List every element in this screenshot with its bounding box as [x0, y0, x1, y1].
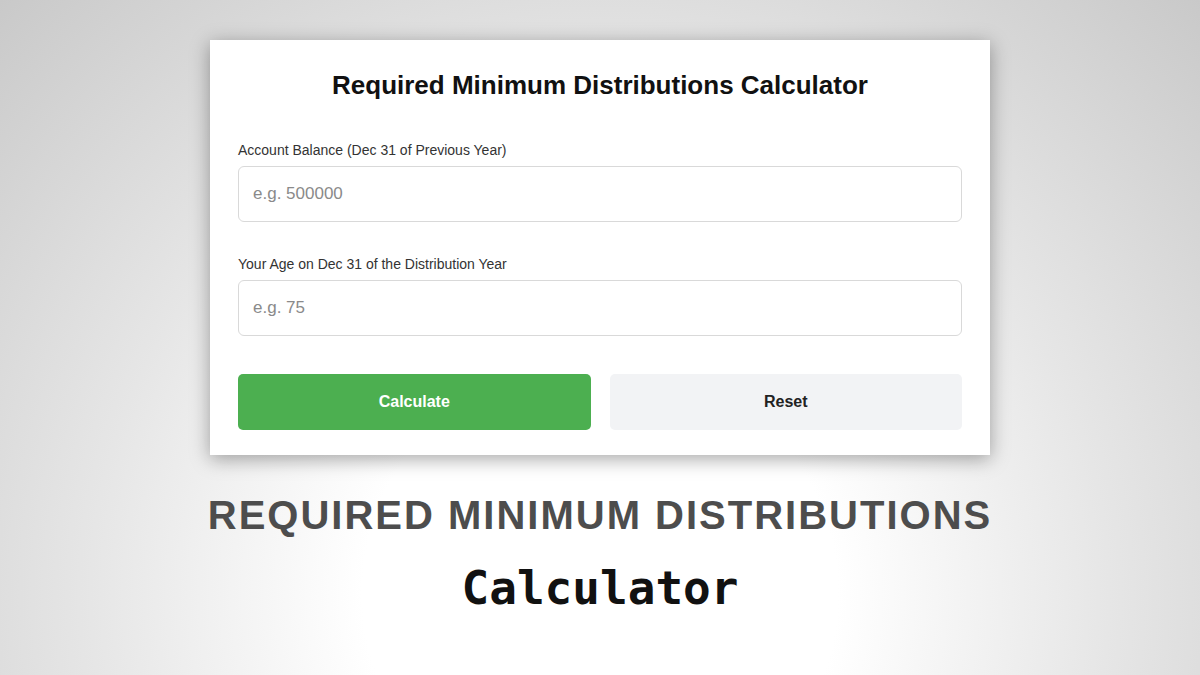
- calculator-card: Required Minimum Distributions Calculato…: [210, 40, 990, 455]
- page-content: Required Minimum Distributions Calculato…: [0, 0, 1200, 615]
- reset-button[interactable]: Reset: [610, 374, 963, 430]
- calculate-button[interactable]: Calculate: [238, 374, 591, 430]
- form-fields: Account Balance (Dec 31 of Previous Year…: [238, 140, 962, 336]
- text-input[interactable]: [238, 166, 962, 222]
- banner-heading: REQUIRED MINIMUM DISTRIBUTIONS: [208, 491, 992, 539]
- field-label: Account Balance (Dec 31 of Previous Year…: [238, 140, 962, 160]
- button-row: Calculate Reset: [238, 374, 962, 430]
- banner-subheading: Calculator: [462, 561, 739, 615]
- text-input[interactable]: [238, 280, 962, 336]
- form-field: Account Balance (Dec 31 of Previous Year…: [238, 140, 962, 222]
- card-title: Required Minimum Distributions Calculato…: [238, 70, 962, 100]
- field-label: Your Age on Dec 31 of the Distribution Y…: [238, 254, 962, 274]
- form-field: Your Age on Dec 31 of the Distribution Y…: [238, 254, 962, 336]
